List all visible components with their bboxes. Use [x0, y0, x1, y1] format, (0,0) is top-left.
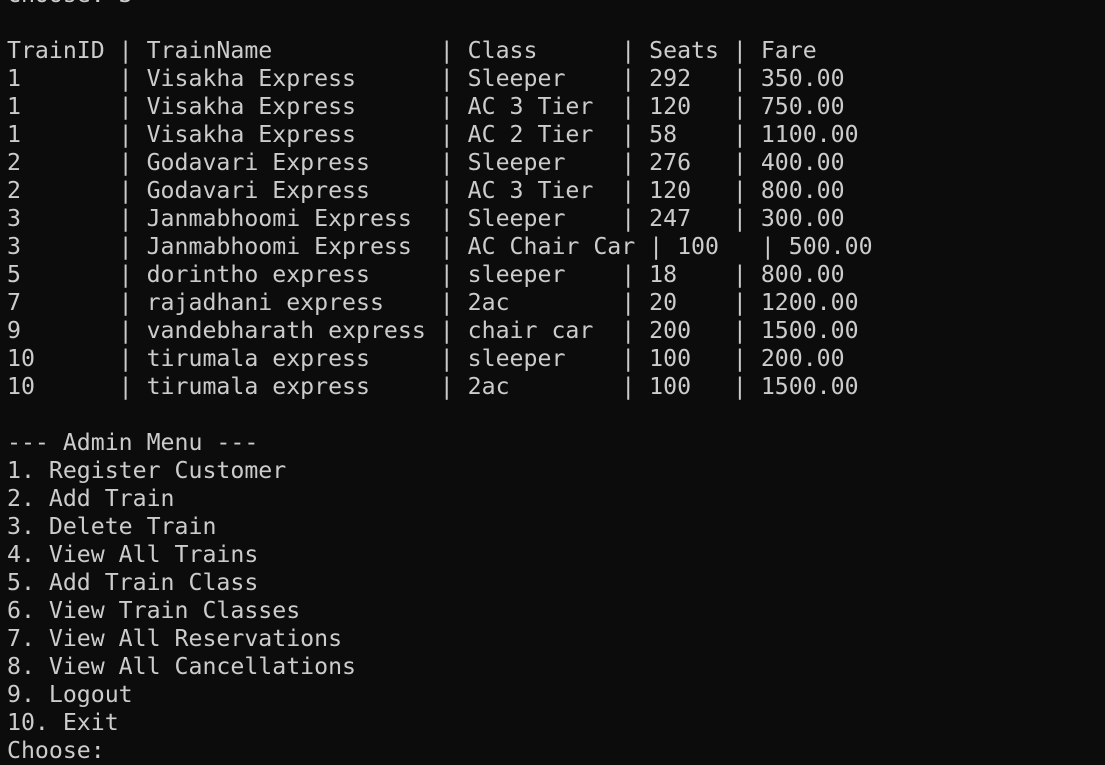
table-row: 2 | Godavari Express | Sleeper | 276 | 4… [7, 149, 845, 176]
menu-item-exit: 10. Exit [7, 709, 119, 736]
menu-item-logout: 9. Logout [7, 681, 133, 708]
train-classes-table: TrainID | TrainName | Class | Seats | Fa… [7, 37, 1102, 401]
table-row: 10 | tirumala express | sleeper | 100 | … [7, 345, 845, 372]
table-row: 3 | Janmabhoomi Express | Sleeper | 247 … [7, 205, 845, 232]
table-row: 1 | Visakha Express | AC 3 Tier | 120 | … [7, 93, 845, 120]
table-row: 9 | vandebharath express | chair car | 2… [7, 317, 859, 344]
menu-item-view-all-trains: 4. View All Trains [7, 541, 259, 568]
admin-menu: --- Admin Menu --- 1. Register Customer … [7, 429, 1102, 737]
table-row: 5 | dorintho express | sleeper | 18 | 80… [7, 261, 845, 288]
table-row: 10 | tirumala express | 2ac | 100 | 1500… [7, 373, 859, 400]
table-header: TrainID | TrainName | Class | Seats | Fa… [7, 37, 817, 64]
text-cursor[interactable] [119, 737, 131, 761]
table-row: 7 | rajadhani express | 2ac | 20 | 1200.… [7, 289, 859, 316]
terminal-output: Choose: 3 TrainID | TrainName | Class | … [7, 0, 1102, 765]
admin-menu-title: --- Admin Menu --- [7, 429, 259, 456]
menu-item-register-customer: 1. Register Customer [7, 457, 287, 484]
menu-item-add-train: 2. Add Train [7, 485, 175, 512]
choose-prompt: Choose: [7, 737, 119, 764]
input-line[interactable]: Choose: [7, 737, 1102, 765]
menu-item-view-all-reservations: 7. View All Reservations [7, 625, 343, 652]
previous-choice-prompt: Choose: 3 [7, 0, 1102, 9]
menu-item-view-all-cancellations: 8. View All Cancellations [7, 653, 357, 680]
menu-item-add-train-class: 5. Add Train Class [7, 569, 259, 596]
menu-item-delete-train: 3. Delete Train [7, 513, 217, 540]
table-row: 1 | Visakha Express | AC 2 Tier | 58 | 1… [7, 121, 859, 148]
table-row: 2 | Godavari Express | AC 3 Tier | 120 |… [7, 177, 845, 204]
table-row: 3 | Janmabhoomi Express | AC Chair Car |… [7, 233, 873, 260]
menu-item-view-train-classes: 6. View Train Classes [7, 597, 301, 624]
table-row: 1 | Visakha Express | Sleeper | 292 | 35… [7, 65, 845, 92]
